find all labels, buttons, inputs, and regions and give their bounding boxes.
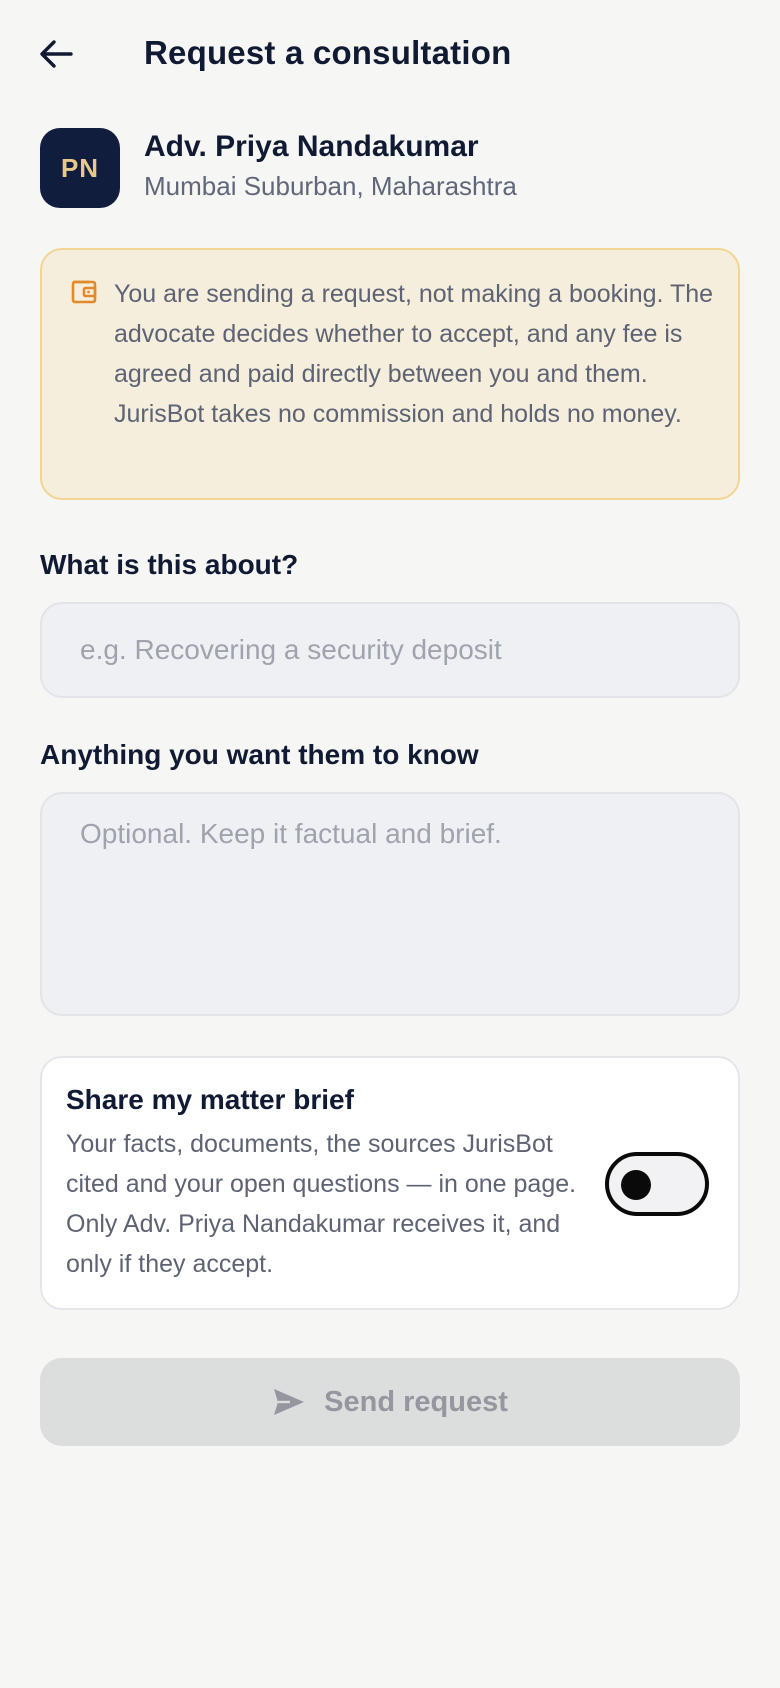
advocate-avatar: PN: [40, 128, 120, 208]
details-label: Anything you want them to know: [40, 739, 479, 770]
about-input[interactable]: [40, 602, 740, 698]
back-button[interactable]: [28, 26, 84, 82]
share-brief-card: Share my matter brief Your facts, docume…: [40, 1056, 740, 1310]
page-title: Request a consultation: [144, 34, 512, 71]
header: Request a consultation: [0, 0, 780, 112]
details-textarea[interactable]: [40, 792, 740, 1016]
advocate-location: Mumbai Suburban, Maharashtra: [144, 171, 517, 201]
toggle-knob: [621, 1170, 651, 1200]
share-brief-toggle[interactable]: [605, 1152, 709, 1216]
about-label: What is this about?: [40, 549, 299, 580]
arrow-left-icon: [40, 40, 73, 68]
send-request-button[interactable]: Send request: [40, 1358, 740, 1446]
notice-text: You are sending a request, not making a …: [114, 280, 714, 428]
consultation-request-screen: Request a consultation PN Adv. Priya Nan…: [0, 0, 780, 1688]
advocate-name: Adv. Priya Nandakumar: [144, 130, 479, 163]
send-request-label: Send request: [324, 1385, 508, 1418]
share-brief-description: Your facts, documents, the sources Juris…: [66, 1130, 577, 1278]
share-brief-title: Share my matter brief: [66, 1084, 354, 1115]
info-notice: You are sending a request, not making a …: [40, 248, 740, 500]
send-icon: [272, 1387, 306, 1417]
wallet-icon: [71, 280, 97, 304]
